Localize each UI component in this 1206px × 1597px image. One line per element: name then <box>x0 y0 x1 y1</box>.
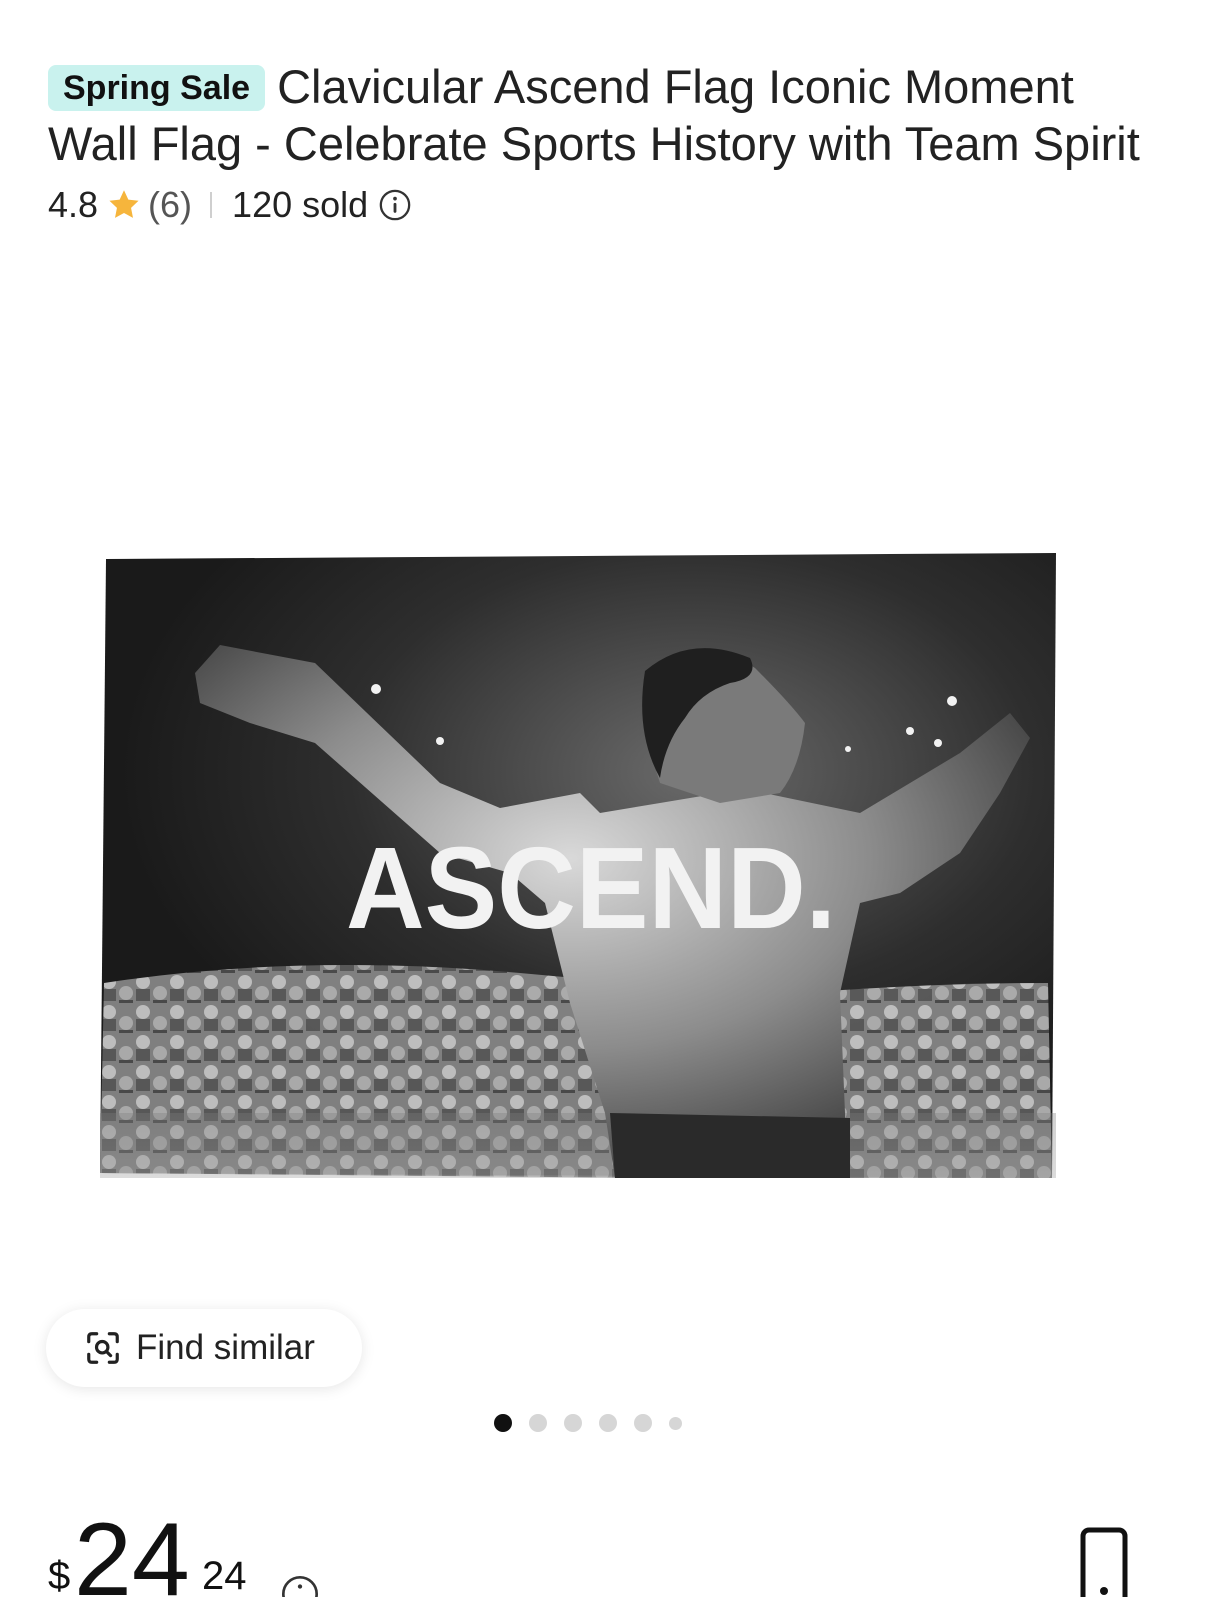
find-similar-button[interactable]: Find similar <box>46 1309 362 1387</box>
image-pagination <box>494 1414 699 1432</box>
product-page: Spring Sale Clavicular Ascend Flag Iconic… <box>0 0 1206 1597</box>
rating-value: 4.8 <box>48 184 99 225</box>
sale-badge: Spring Sale <box>48 65 266 111</box>
pagination-dot[interactable] <box>529 1414 547 1432</box>
pagination-dot[interactable] <box>599 1414 617 1432</box>
price-currency: $ <box>48 1554 71 1597</box>
pagination-dot[interactable] <box>564 1414 582 1432</box>
price-cents: 24 <box>202 1554 247 1597</box>
pagination-dot[interactable] <box>634 1414 652 1432</box>
product-title[interactable]: Spring Sale Clavicular Ascend Flag Iconic… <box>48 58 1158 172</box>
device-icon[interactable] <box>1080 1527 1128 1597</box>
review-count: (6) <box>148 184 193 225</box>
product-image[interactable]: ASCEND. <box>100 553 1056 1178</box>
divider <box>210 192 213 218</box>
product-title-block: Spring Sale Clavicular Ascend Flag Iconic… <box>48 58 1158 172</box>
sold-count: 120 sold <box>232 184 369 225</box>
flag-slogan: ASCEND. <box>346 823 836 953</box>
info-icon[interactable] <box>378 188 412 222</box>
rating-row[interactable]: 4.8 (6) 120 sold <box>48 182 412 228</box>
pagination-dot[interactable] <box>494 1414 512 1432</box>
info-icon[interactable] <box>280 1574 320 1597</box>
price-dollars: 24 <box>74 1502 190 1597</box>
image-search-icon <box>87 1332 119 1364</box>
find-similar-label: Find similar <box>136 1328 315 1367</box>
pagination-dot[interactable] <box>669 1416 682 1430</box>
star-icon <box>109 190 139 218</box>
